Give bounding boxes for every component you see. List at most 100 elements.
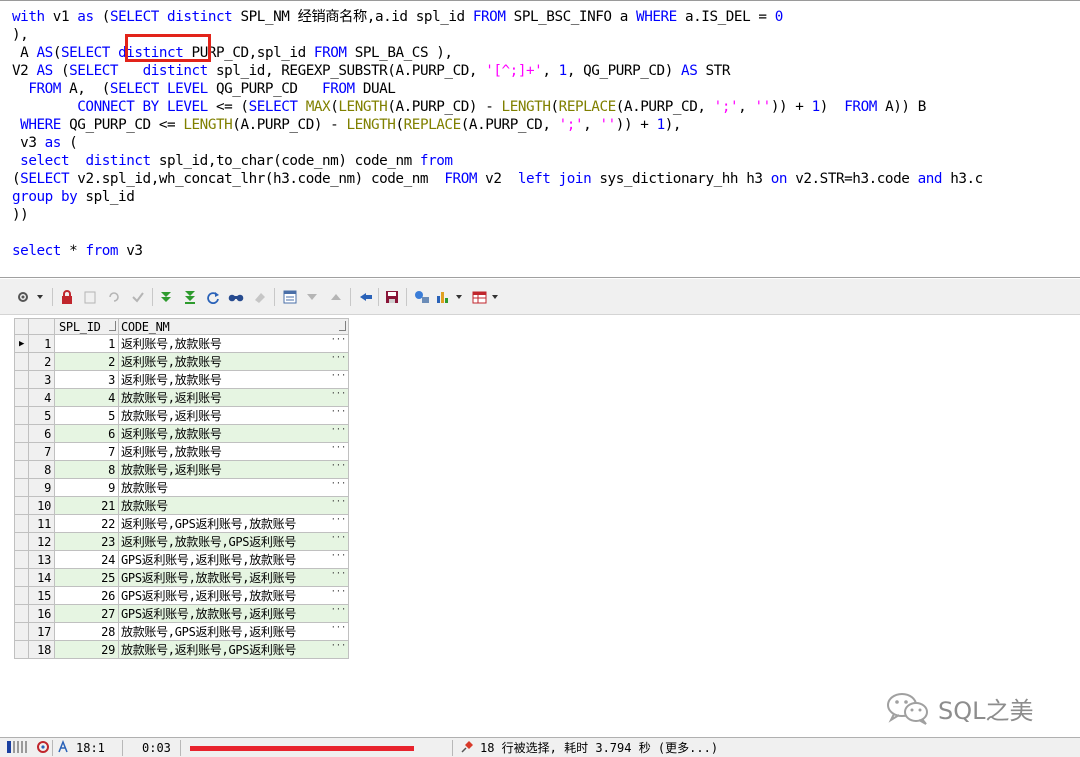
code-line[interactable]: ), [12, 26, 29, 44]
row-number[interactable]: 1 [28, 334, 55, 354]
code-line[interactable]: A AS(SELECT distinct PURP_CD,spl_id FROM… [12, 44, 453, 62]
table-row[interactable]: 14 25 GPS返利账号,放款账号,返利账号 ··· [14, 568, 349, 588]
cell-code-nm[interactable]: 放款账号,返利账号 ··· [118, 406, 349, 426]
cell-spl-id[interactable]: 29 [54, 640, 119, 660]
cell-ellipsis-button[interactable]: ··· [331, 498, 347, 508]
fetch-last-icon[interactable] [182, 289, 198, 305]
row-number[interactable]: 7 [28, 442, 55, 462]
fetch-next-icon[interactable] [158, 289, 174, 305]
cell-spl-id[interactable]: 23 [54, 532, 119, 552]
row-number[interactable]: 15 [28, 586, 55, 606]
cell-spl-id[interactable]: 5 [54, 406, 119, 426]
cell-ellipsis-button[interactable]: ··· [331, 642, 347, 652]
row-indicator[interactable] [14, 460, 29, 480]
row-indicator[interactable] [14, 604, 29, 624]
row-number[interactable]: 16 [28, 604, 55, 624]
cell-code-nm[interactable]: 返利账号,放款账号 ··· [118, 442, 349, 462]
table-row[interactable]: 9 9 放款账号 ··· [14, 478, 349, 498]
row-number[interactable]: 12 [28, 532, 55, 552]
cell-spl-id[interactable]: 22 [54, 514, 119, 534]
row-indicator[interactable] [14, 424, 29, 444]
cell-ellipsis-button[interactable]: ··· [331, 408, 347, 418]
cell-spl-id[interactable]: 7 [54, 442, 119, 462]
table-row[interactable]: 11 22 返利账号,GPS返利账号,放款账号 ··· [14, 514, 349, 534]
row-indicator[interactable] [14, 370, 29, 390]
cell-spl-id[interactable]: 1 [54, 334, 119, 354]
row-number[interactable]: 8 [28, 460, 55, 480]
table-row[interactable]: 10 21 放款账号 ··· [14, 496, 349, 516]
code-line[interactable]: V2 AS (SELECT distinct spl_id, REGEXP_SU… [12, 62, 730, 80]
table-row[interactable]: 7 7 返利账号,放款账号 ··· [14, 442, 349, 462]
cell-code-nm[interactable]: GPS返利账号,放款账号,返利账号 ··· [118, 604, 349, 624]
cell-ellipsis-button[interactable]: ··· [331, 570, 347, 580]
cell-ellipsis-button[interactable]: ··· [331, 624, 347, 634]
row-number[interactable]: 10 [28, 496, 55, 516]
cell-ellipsis-button[interactable]: ··· [331, 444, 347, 454]
cell-code-nm[interactable]: 返利账号,GPS返利账号,放款账号 ··· [118, 514, 349, 534]
settings-icon[interactable] [16, 289, 46, 305]
filter-icon[interactable] [304, 289, 320, 305]
row-indicator[interactable] [14, 568, 29, 588]
cell-ellipsis-button[interactable]: ··· [331, 516, 347, 526]
row-number[interactable]: 17 [28, 622, 55, 642]
table-row[interactable]: 13 24 GPS返利账号,返利账号,放款账号 ··· [14, 550, 349, 570]
table-row[interactable]: ▶ 1 1 返利账号,放款账号 ··· [14, 334, 349, 354]
connection-icon[interactable] [414, 289, 430, 305]
row-number[interactable]: 18 [28, 640, 55, 660]
eraser-icon[interactable] [252, 289, 268, 305]
table-row[interactable]: 2 2 返利账号,放款账号 ··· [14, 352, 349, 372]
cell-ellipsis-button[interactable]: ··· [331, 588, 347, 598]
cell-spl-id[interactable]: 25 [54, 568, 119, 588]
query-by-example-icon[interactable] [282, 289, 298, 305]
status-message[interactable]: 18 行被选择, 耗时 3.794 秒 (更多...) [480, 740, 718, 756]
code-line[interactable]: )) [12, 206, 29, 224]
refresh-icon[interactable] [206, 289, 220, 305]
row-indicator[interactable] [14, 352, 29, 372]
row-indicator[interactable] [14, 622, 29, 642]
row-indicator[interactable] [14, 442, 29, 462]
column-header-spl-id[interactable]: SPL_ID [54, 317, 119, 336]
cell-spl-id[interactable]: 2 [54, 352, 119, 372]
sql-editor[interactable]: with v1 as (SELECT distinct SPL_NM 经销商名称… [0, 0, 1080, 278]
table-row[interactable]: 8 8 放款账号,返利账号 ··· [14, 460, 349, 480]
table-row[interactable]: 4 4 放款账号,返利账号 ··· [14, 388, 349, 408]
cell-code-nm[interactable]: 返利账号,放款账号 ··· [118, 334, 349, 354]
cell-code-nm[interactable]: 返利账号,放款账号 ··· [118, 370, 349, 390]
cell-spl-id[interactable]: 26 [54, 586, 119, 606]
row-indicator[interactable] [14, 388, 29, 408]
row-number[interactable]: 6 [28, 424, 55, 444]
code-line[interactable]: group by spl_id [12, 188, 135, 206]
cell-ellipsis-button[interactable]: ··· [331, 390, 347, 400]
cell-spl-id[interactable]: 24 [54, 550, 119, 570]
column-header-code-nm[interactable]: CODE_NM [118, 317, 349, 336]
row-number[interactable]: 13 [28, 550, 55, 570]
code-line[interactable]: CONNECT BY LEVEL <= (SELECT MAX(LENGTH(A… [12, 98, 926, 116]
table-row[interactable]: 18 29 放款账号,返利账号,GPS返利账号 ··· [14, 640, 349, 660]
lock-icon[interactable] [60, 289, 74, 305]
cell-ellipsis-button[interactable]: ··· [331, 552, 347, 562]
code-line[interactable]: (SELECT v2.spl_id,wh_concat_lhr(h3.code_… [12, 170, 983, 188]
cell-spl-id[interactable]: 6 [54, 424, 119, 444]
cell-code-nm[interactable]: 放款账号,GPS返利账号,返利账号 ··· [118, 622, 349, 642]
code-line[interactable]: v3 as ( [12, 134, 78, 152]
results-grid[interactable]: SPL_ID CODE_NM ▶ 1 1 返利账号,放款账号 ··· 2 2 返利账号,放款账… [14, 317, 349, 660]
clear-icon[interactable] [82, 289, 98, 305]
row-number[interactable]: 4 [28, 388, 55, 408]
cell-code-nm[interactable]: GPS返利账号,返利账号,放款账号 ··· [118, 586, 349, 606]
cell-spl-id[interactable]: 28 [54, 622, 119, 642]
cell-ellipsis-button[interactable]: ··· [331, 372, 347, 382]
grid-corner-cell[interactable] [14, 317, 29, 336]
code-line[interactable]: select * from v3 [12, 242, 143, 260]
cell-code-nm[interactable]: 放款账号,返利账号 ··· [118, 388, 349, 408]
row-number[interactable]: 2 [28, 352, 55, 372]
row-indicator[interactable] [14, 640, 29, 660]
row-indicator[interactable]: ▶ [14, 334, 29, 354]
row-indicator[interactable] [14, 586, 29, 606]
session-icon[interactable] [36, 740, 50, 756]
cell-spl-id[interactable]: 3 [54, 370, 119, 390]
cell-code-nm[interactable]: 放款账号,返利账号 ··· [118, 460, 349, 480]
table-row[interactable]: 5 5 放款账号,返利账号 ··· [14, 406, 349, 426]
undo-icon[interactable] [106, 289, 122, 305]
row-number[interactable]: 3 [28, 370, 55, 390]
cell-code-nm[interactable]: 返利账号,放款账号 ··· [118, 352, 349, 372]
